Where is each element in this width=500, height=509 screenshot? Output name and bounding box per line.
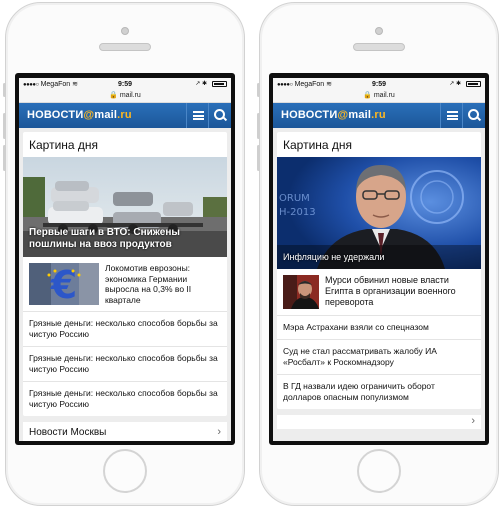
menu-button[interactable] — [440, 103, 463, 128]
hero-news[interactable]: ORUM H-2013 Инфляцию не удержали — [277, 157, 481, 269]
battery-icon — [466, 81, 481, 87]
section-moscow-news[interactable]: Новости Москвы › — [23, 422, 227, 441]
volume-up-button — [3, 113, 6, 139]
list-item[interactable]: В ГД назвали идею ограничить оборот долл… — [277, 375, 481, 409]
location-bluetooth-icons: ↗ ✱ — [195, 81, 207, 87]
list-menu-icon — [447, 111, 458, 120]
status-bar: ●●●●○ MegaFon ≋ 9:59 ↗ ✱ — [19, 78, 231, 91]
mute-switch — [257, 83, 260, 97]
list-item[interactable]: Мэра Астрахани взяли со спецназом — [277, 316, 481, 340]
chevron-right-icon: › — [217, 426, 221, 438]
logo[interactable]: НОВОСТИ@mail.ru — [27, 109, 132, 121]
section-title: Новости Москвы — [29, 427, 107, 438]
news-thumbnail: € — [29, 263, 99, 305]
navbar: НОВОСТИ@mail.ru — [273, 103, 485, 128]
logo-brand: mail — [94, 109, 118, 121]
portrait-thumbnail — [283, 275, 319, 309]
svg-text:ORUM: ORUM — [279, 193, 310, 204]
list-item[interactable]: Грязные деньги: несколько способов борьб… — [23, 347, 227, 382]
logo-tld: .ru — [117, 109, 132, 121]
hero-caption: Инфляцию не удержали — [283, 252, 385, 262]
front-camera — [375, 27, 383, 35]
news-thumbnail — [283, 275, 319, 309]
svg-text:H-2013: H-2013 — [279, 207, 316, 218]
news-headline: Локомотив еврозоны: экономика Германии в… — [105, 263, 192, 305]
logo[interactable]: НОВОСТИ@mail.ru — [281, 109, 386, 121]
status-bar: ●●●●○ MegaFon ≋ 9:59 ↗ ✱ — [273, 78, 485, 91]
euro-sign-photo: € — [29, 263, 99, 305]
top-news-card: Картина дня Первые шаги в ВТО: Снижены п… — [23, 132, 227, 416]
list-item[interactable]: Суд не стал рассматривать жалобу ИА «Рос… — [277, 340, 481, 375]
card-title: Картина дня — [29, 138, 99, 152]
svg-text:€: € — [50, 263, 77, 305]
search-button[interactable] — [462, 103, 485, 128]
menu-button[interactable] — [186, 103, 209, 128]
news-headline: Мурси обвинил новые власти Египта в орга… — [325, 275, 456, 307]
logo-brand: mail — [348, 109, 372, 121]
volume-down-button — [257, 145, 260, 171]
front-camera — [121, 27, 129, 35]
top-news-card: Картина дня ORUM H-2013 Инфляцию не удер… — [277, 132, 481, 409]
home-button[interactable] — [357, 449, 401, 493]
logo-tld: .ru — [371, 109, 386, 121]
screen: ●●●●○ MegaFon ≋ 9:59 ↗ ✱ 🔒 mail.ru НОВОС… — [15, 73, 235, 445]
hero-news[interactable]: Первые шаги в ВТО: Снижены пошлины на вв… — [23, 157, 227, 257]
next-section-peek[interactable]: › — [277, 415, 481, 429]
search-icon — [468, 109, 479, 120]
battery-icon — [212, 81, 227, 87]
earpiece-speaker — [99, 43, 151, 51]
card-title: Картина дня — [283, 138, 353, 152]
list-item[interactable]: Грязные деньги: несколько способов борьб… — [23, 382, 227, 416]
logo-main: НОВОСТИ — [27, 109, 84, 121]
phone-right: ●●●●○ MegaFon ≋ 9:59 ↗ ✱ 🔒 mail.ru НОВОС… — [257, 2, 499, 506]
logo-at: @ — [337, 109, 349, 121]
hero-caption: Первые шаги в ВТО: Снижены пошлины на вв… — [29, 227, 180, 250]
url-bar[interactable]: 🔒 mail.ru — [273, 91, 485, 103]
navbar: НОВОСТИ@mail.ru — [19, 103, 231, 128]
search-button[interactable] — [208, 103, 231, 128]
url-bar[interactable]: 🔒 mail.ru — [19, 91, 231, 103]
phone-left: ●●●●○ MegaFon ≋ 9:59 ↗ ✱ 🔒 mail.ru НОВОС… — [3, 2, 245, 506]
logo-main: НОВОСТИ — [281, 109, 338, 121]
news-row[interactable]: € Локомотив еврозоны: экономика Германии… — [23, 257, 227, 312]
screen: ●●●●○ MegaFon ≋ 9:59 ↗ ✱ 🔒 mail.ru НОВОС… — [269, 73, 489, 445]
home-button[interactable] — [103, 449, 147, 493]
volume-up-button — [257, 113, 260, 139]
location-bluetooth-icons: ↗ ✱ — [449, 81, 461, 87]
earpiece-speaker — [353, 43, 405, 51]
list-menu-icon — [193, 111, 204, 120]
news-row[interactable]: Мурси обвинил новые власти Египта в орга… — [277, 269, 481, 316]
search-icon — [214, 109, 225, 120]
logo-at: @ — [83, 109, 95, 121]
list-item[interactable]: Грязные деньги: несколько способов борьб… — [23, 312, 227, 347]
volume-down-button — [3, 145, 6, 171]
chevron-right-icon: › — [471, 415, 475, 427]
mute-switch — [3, 83, 6, 97]
